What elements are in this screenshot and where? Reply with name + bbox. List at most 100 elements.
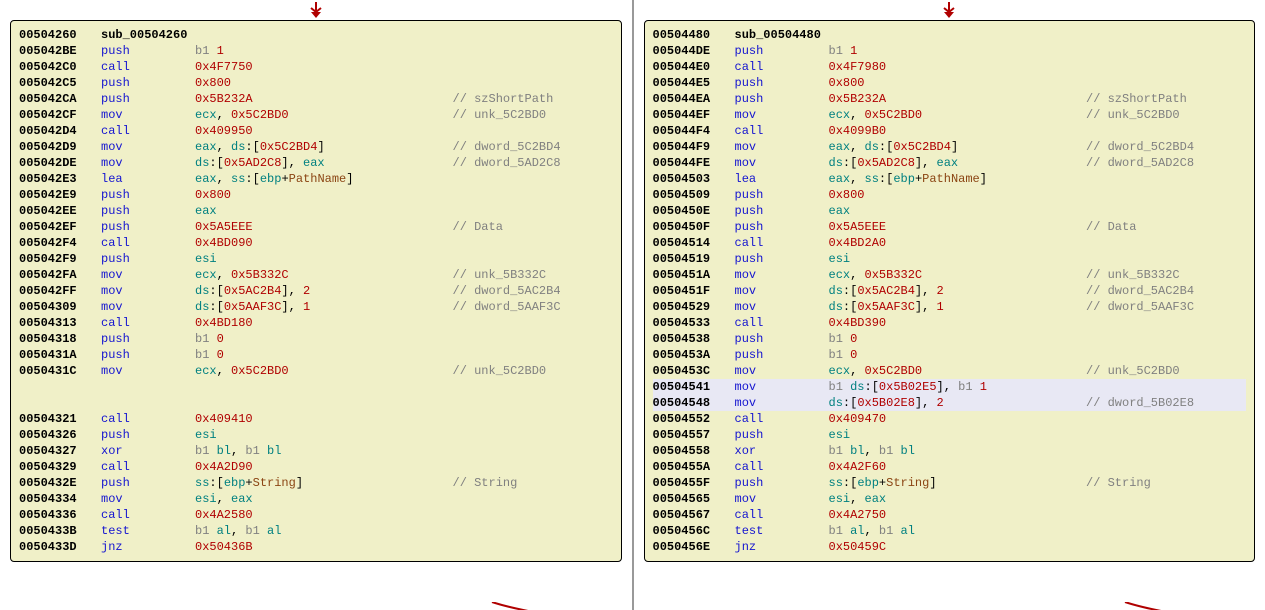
disasm-row[interactable]: 00504327xorb1 bl, b1 bl xyxy=(19,443,613,459)
disasm-row[interactable]: 00504321call0x409410 xyxy=(19,411,613,427)
operands: 0x4A2580 xyxy=(195,507,613,523)
operands: 0x5A5EEE xyxy=(195,219,453,235)
comment: // dword_5AAF3C xyxy=(1086,299,1246,315)
disasm-row[interactable]: 00504558xorb1 bl, b1 bl xyxy=(653,443,1247,459)
addr: 00504309 xyxy=(19,299,101,315)
disasm-row[interactable]: 00504565movesi, eax xyxy=(653,491,1247,507)
mnemonic: push xyxy=(735,75,829,91)
disasm-row[interactable]: 00504552call0x409470 xyxy=(653,411,1247,427)
disasm-row[interactable]: 0050431Apushb1 0 xyxy=(19,347,613,363)
block-title-row: 00504480 sub_00504480 xyxy=(653,27,1247,43)
disasm-row[interactable]: 00504329call0x4A2D90 xyxy=(19,459,613,475)
disasm-row[interactable]: 005042E9push0x800 xyxy=(19,187,613,203)
mnemonic: push xyxy=(101,219,195,235)
disasm-row[interactable]: 005044F9moveax, ds:[0x5C2BD4]// dword_5C… xyxy=(653,139,1247,155)
disasm-row[interactable]: 00504326pushesi xyxy=(19,427,613,443)
operands: esi xyxy=(829,427,1247,443)
disasm-row[interactable]: 00504529movds:[0x5AAF3C], 1// dword_5AAF… xyxy=(653,299,1247,315)
mnemonic: test xyxy=(101,523,195,539)
disasm-row[interactable]: 00504533call0x4BD390 xyxy=(653,315,1247,331)
disasm-row[interactable]: 00504309movds:[0x5AAF3C], 1// dword_5AAF… xyxy=(19,299,613,315)
addr: 005042E3 xyxy=(19,171,101,187)
addr: 005042DE xyxy=(19,155,101,171)
disasm-row[interactable]: 005044E0call0x4F7980 xyxy=(653,59,1247,75)
left-pane[interactable]: 00504260 sub_00504260 005042BEpushb1 100… xyxy=(0,0,632,610)
operands: eax xyxy=(829,203,1247,219)
mnemonic: push xyxy=(101,331,195,347)
disasm-row[interactable]: 0050456Ctestb1 al, b1 al xyxy=(653,523,1247,539)
disasm-row[interactable] xyxy=(19,395,613,411)
disasm-block-left[interactable]: 00504260 sub_00504260 005042BEpushb1 100… xyxy=(10,20,622,562)
mnemonic: mov xyxy=(735,363,829,379)
addr: 0050456C xyxy=(653,523,735,539)
disasm-row[interactable]: 00504541movb1 ds:[0x5B02E5], b1 1 xyxy=(653,379,1247,395)
disasm-row[interactable]: 005042FFmovds:[0x5AC2B4], 2// dword_5AC2… xyxy=(19,283,613,299)
disasm-row[interactable]: 005042F4call0x4BD090 xyxy=(19,235,613,251)
disasm-row[interactable]: 005042EFpush0x5A5EEE// Data xyxy=(19,219,613,235)
disasm-row[interactable]: 005042C5push0x800 xyxy=(19,75,613,91)
disasm-row[interactable]: 0050451Amovecx, 0x5B332C// unk_5B332C xyxy=(653,267,1247,283)
disasm-row[interactable]: 00504334movesi, eax xyxy=(19,491,613,507)
mnemonic: push xyxy=(101,75,195,91)
addr: 0050432E xyxy=(19,475,101,491)
disasm-row[interactable]: 00504509push0x800 xyxy=(653,187,1247,203)
operands: b1 bl, b1 bl xyxy=(195,443,613,459)
operands: ecx, 0x5B332C xyxy=(829,267,1087,283)
disasm-row[interactable]: 00504557pushesi xyxy=(653,427,1247,443)
disasm-row[interactable]: 0050455Fpushss:[ebp+String]// String xyxy=(653,475,1247,491)
addr: 005042EF xyxy=(19,219,101,235)
disasm-row[interactable]: 005044EFmovecx, 0x5C2BD0// unk_5C2BD0 xyxy=(653,107,1247,123)
disasm-row[interactable]: 005042DEmovds:[0x5AD2C8], eax// dword_5A… xyxy=(19,155,613,171)
disasm-row[interactable]: 00504503leaeax, ss:[ebp+PathName] xyxy=(653,171,1247,187)
disasm-row[interactable]: 00504548movds:[0x5B02E8], 2// dword_5B02… xyxy=(653,395,1247,411)
mnemonic: push xyxy=(735,347,829,363)
comment: // szShortPath xyxy=(453,91,613,107)
mnemonic: test xyxy=(735,523,829,539)
disasm-block-right[interactable]: 00504480 sub_00504480 005044DEpushb1 100… xyxy=(644,20,1256,562)
disasm-row[interactable] xyxy=(19,379,613,395)
disasm-row[interactable]: 005044FEmovds:[0x5AD2C8], eax// dword_5A… xyxy=(653,155,1247,171)
disasm-row[interactable]: 005042FAmovecx, 0x5B332C// unk_5B332C xyxy=(19,267,613,283)
disasm-row[interactable]: 00504318pushb1 0 xyxy=(19,331,613,347)
operands: esi, eax xyxy=(829,491,1247,507)
disasm-row[interactable]: 005042CApush0x5B232A// szShortPath xyxy=(19,91,613,107)
disasm-row[interactable]: 005042BEpushb1 1 xyxy=(19,43,613,59)
disasm-row[interactable]: 00504567call0x4A2750 xyxy=(653,507,1247,523)
disasm-row[interactable]: 005044EApush0x5B232A// szShortPath xyxy=(653,91,1247,107)
incoming-edge-arrow-left xyxy=(309,2,323,20)
disasm-row[interactable]: 0050453Apushb1 0 xyxy=(653,347,1247,363)
disasm-row[interactable]: 00504514call0x4BD2A0 xyxy=(653,235,1247,251)
disasm-row[interactable]: 0050450Epusheax xyxy=(653,203,1247,219)
addr: 00504503 xyxy=(653,171,735,187)
disasm-row[interactable]: 0050432Epushss:[ebp+String]// String xyxy=(19,475,613,491)
disasm-row[interactable]: 00504538pushb1 0 xyxy=(653,331,1247,347)
disasm-row[interactable]: 0050455Acall0x4A2F60 xyxy=(653,459,1247,475)
disasm-row[interactable]: 0050433Btestb1 al, b1 al xyxy=(19,523,613,539)
disasm-row[interactable]: 0050453Cmovecx, 0x5C2BD0// unk_5C2BD0 xyxy=(653,363,1247,379)
disasm-row[interactable]: 005042EEpusheax xyxy=(19,203,613,219)
disasm-row[interactable]: 005044E5push0x800 xyxy=(653,75,1247,91)
disasm-row[interactable]: 00504313call0x4BD180 xyxy=(19,315,613,331)
disasm-row[interactable]: 005042CFmovecx, 0x5C2BD0// unk_5C2BD0 xyxy=(19,107,613,123)
operands: 0x50436B xyxy=(195,539,613,555)
disasm-row[interactable]: 00504519pushesi xyxy=(653,251,1247,267)
disasm-row[interactable]: 0050431Cmovecx, 0x5C2BD0// unk_5C2BD0 xyxy=(19,363,613,379)
disasm-row[interactable]: 0050450Fpush0x5A5EEE// Data xyxy=(653,219,1247,235)
operands: eax, ss:[ebp+PathName] xyxy=(829,171,1247,187)
disasm-row[interactable]: 005042D4call0x409950 xyxy=(19,123,613,139)
disasm-row[interactable]: 0050451Fmovds:[0x5AC2B4], 2// dword_5AC2… xyxy=(653,283,1247,299)
disasm-row[interactable]: 00504336call0x4A2580 xyxy=(19,507,613,523)
disasm-row[interactable]: 005044F4call0x4099B0 xyxy=(653,123,1247,139)
disasm-row[interactable]: 0050456Ejnz0x50459C xyxy=(653,539,1247,555)
disasm-row[interactable]: 005042C0call0x4F7750 xyxy=(19,59,613,75)
disasm-row[interactable]: 0050433Djnz0x50436B xyxy=(19,539,613,555)
disasm-row[interactable]: 005042F9pushesi xyxy=(19,251,613,267)
disasm-row[interactable]: 005044DEpushb1 1 xyxy=(653,43,1247,59)
disasm-row[interactable]: 005042D9moveax, ds:[0x5C2BD4]// dword_5C… xyxy=(19,139,613,155)
mnemonic: mov xyxy=(735,395,829,411)
mnemonic: call xyxy=(735,59,829,75)
disasm-row[interactable]: 005042E3leaeax, ss:[ebp+PathName] xyxy=(19,171,613,187)
right-pane[interactable]: 00504480 sub_00504480 005044DEpushb1 100… xyxy=(634,0,1265,610)
addr: 005042FA xyxy=(19,267,101,283)
addr: 0050451A xyxy=(653,267,735,283)
